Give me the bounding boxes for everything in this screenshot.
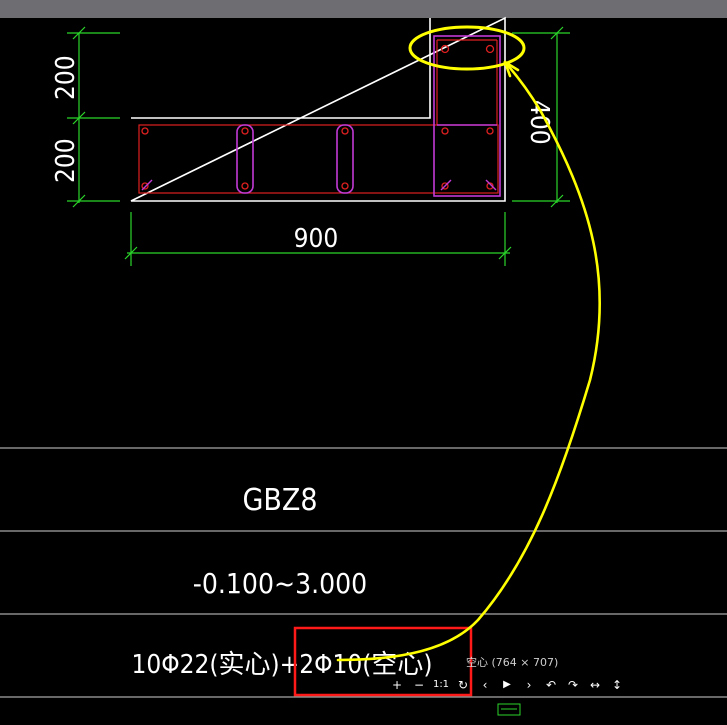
stirrup-hooks: [141, 179, 497, 191]
prev-icon[interactable]: ‹: [474, 676, 496, 694]
flip-horizontal-icon[interactable]: ↔: [584, 676, 606, 694]
annotation-arrow-curve: [336, 60, 602, 662]
table-elevation-cell: -0.100~3.000: [193, 567, 367, 600]
wall-outline: [130, 16, 506, 202]
dim-label-left-lower: 200: [51, 138, 81, 183]
play-icon[interactable]: ▶: [496, 676, 518, 694]
image-caption: 空心 (764 × 707): [466, 656, 559, 669]
zoom-in-icon[interactable]: +: [386, 676, 408, 694]
stirrups: [236, 35, 501, 197]
flip-vertical-icon[interactable]: ↕: [606, 676, 628, 694]
rotate-right-icon[interactable]: ↷: [562, 676, 584, 694]
thumbnail-icon[interactable]: [497, 703, 521, 716]
rotate-left-icon[interactable]: ↶: [540, 676, 562, 694]
actual-size-icon[interactable]: 1:1: [430, 676, 452, 694]
cad-drawing-canvas[interactable]: 200 200 400 900 GBZ8 -0.100~3.000 10Φ22(…: [0, 0, 727, 725]
zoom-out-icon[interactable]: −: [408, 676, 430, 694]
dim-label-bottom: 900: [294, 224, 339, 254]
reset-icon[interactable]: ↻: [452, 676, 474, 694]
table-name-cell: GBZ8: [242, 483, 317, 518]
dim-label-left-upper: 200: [51, 55, 81, 100]
image-viewer-toolbar: + − 1:1 ↻ ‹ ▶ › ↶ ↷ ↔ ↕: [386, 676, 628, 694]
next-icon[interactable]: ›: [518, 676, 540, 694]
